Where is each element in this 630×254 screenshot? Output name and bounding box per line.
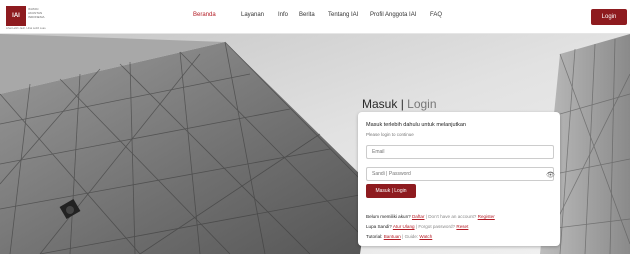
password-field[interactable] (366, 167, 554, 181)
register-en: | Don't have an account? (425, 214, 477, 219)
menu-item-berita[interactable]: Berita (299, 12, 315, 18)
heading-masuk: Masuk (362, 97, 398, 111)
tutorial-en: | Guide: (402, 234, 419, 239)
menu-item-layanan[interactable]: Layanan (241, 12, 264, 18)
register-link-en[interactable]: Register (478, 214, 495, 219)
login-heading: Masuk | Login (362, 97, 437, 111)
forgot-prefix: Lupa Sandi? (366, 224, 392, 229)
top-navigation: IAI IKATAN AKUNTAN INDONESIA Lihat Lebih… (0, 0, 630, 34)
logo-line-3: INDONESIA (28, 15, 45, 19)
nav-login-button[interactable]: Login (591, 9, 627, 25)
login-intro-en: Please login to continue (366, 132, 414, 137)
tutorial-link[interactable]: Bantuan (384, 234, 401, 239)
forgot-en: | Forgot password? (415, 224, 456, 229)
tutorial-line: Tutorial: Bantuan | Guide: Watch (366, 234, 432, 239)
menu-item-tentang-iai[interactable]: Tentang IAI (328, 12, 358, 18)
forgot-line: Lupa Sandi? Atur Ulang | Forgot password… (366, 224, 468, 229)
tutorial-link-en[interactable]: Watch (419, 234, 432, 239)
eye-icon[interactable]: 👁 (546, 171, 555, 181)
login-card: Masuk terlebih dahulu untuk melanjutkan … (358, 112, 560, 246)
menu-item-faq[interactable]: FAQ (430, 12, 442, 18)
email-field[interactable] (366, 145, 554, 159)
tutorial-prefix: Tutorial: (366, 234, 383, 239)
heading-separator: | (400, 97, 404, 111)
register-line: Belum memiliki akun? Daftar | Don't have… (366, 214, 495, 219)
logo-tagline: Lihat Lebih Jauh. Lihat Lebih Luas. (6, 27, 47, 30)
logo-mark: IAI (6, 6, 26, 26)
login-submit-button[interactable]: Masuk | Login (366, 184, 416, 198)
menu-item-profil-anggota[interactable]: Profil Anggota IAI (370, 12, 416, 18)
heading-login: Login (407, 97, 437, 111)
forgot-link[interactable]: Atur Ulang (393, 224, 415, 229)
logo[interactable]: IAI IKATAN AKUNTAN INDONESIA Lihat Lebih… (6, 6, 70, 32)
login-intro: Masuk terlebih dahulu untuk melanjutkan (366, 122, 466, 128)
register-link[interactable]: Daftar (412, 214, 425, 219)
register-prefix: Belum memiliki akun? (366, 214, 411, 219)
logo-text: IKATAN AKUNTAN INDONESIA (28, 7, 68, 19)
menu-item-beranda[interactable]: Beranda (193, 12, 216, 18)
menu-item-info[interactable]: Info (278, 12, 288, 18)
forgot-link-en[interactable]: Reset (456, 224, 468, 229)
